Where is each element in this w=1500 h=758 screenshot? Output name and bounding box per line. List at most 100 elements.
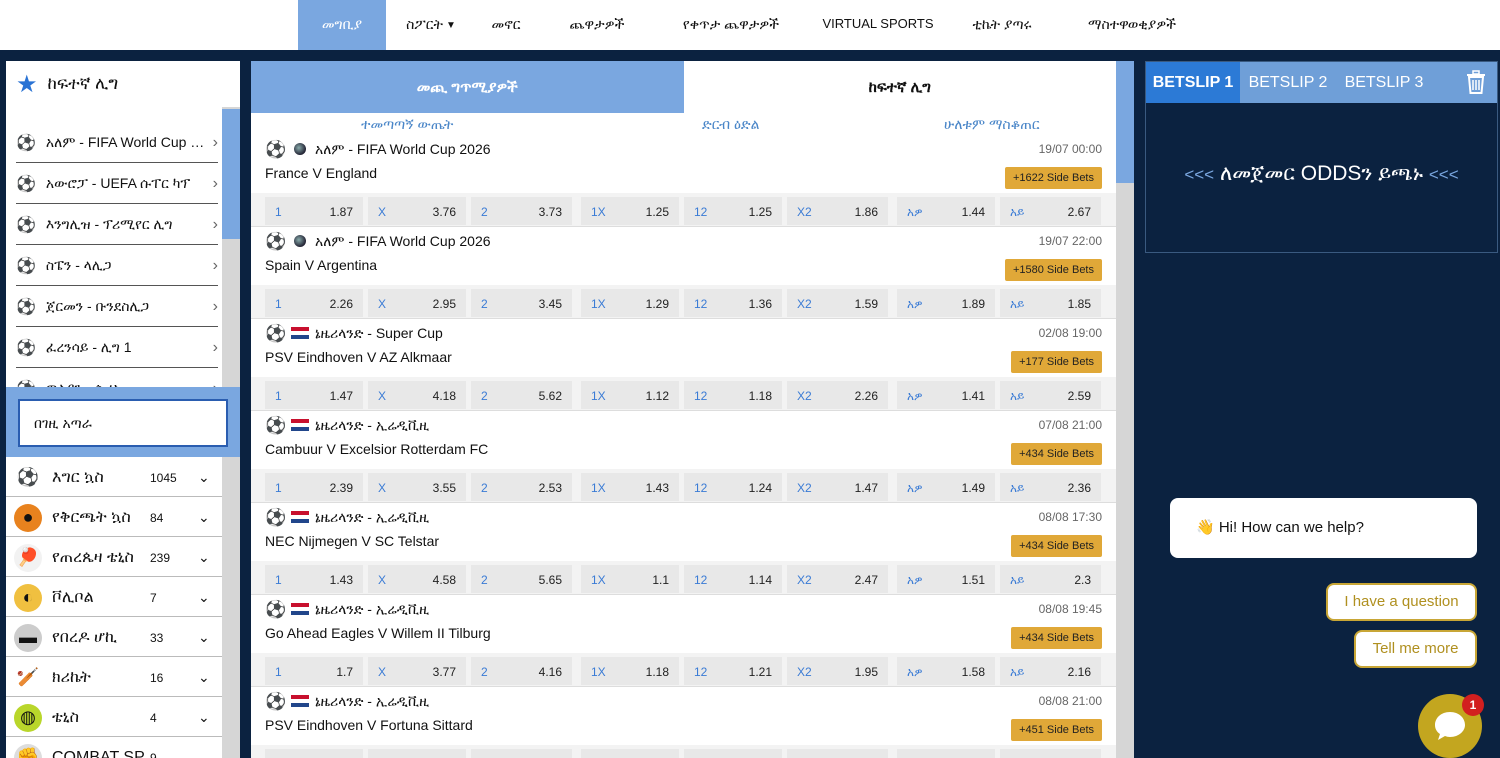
side-bets-button[interactable]: +177 Side Bets [1011,351,1102,373]
odds-button[interactable]: 1X1.01 [581,749,679,758]
odds-button[interactable]: X 3.76 [368,197,466,225]
chevron-down-icon[interactable]: ⌄ [198,589,222,606]
chat-more-button[interactable]: Tell me more [1354,630,1477,668]
odds-button[interactable]: አይ 2.36 [1000,473,1101,501]
side-bets-button[interactable]: +434 Side Bets [1011,443,1102,465]
tab-upcoming[interactable]: መጪ ግጥሚያዎች [251,61,684,113]
odds-button[interactable]: 1 2.39 [265,473,363,501]
odds-button[interactable]: 12 1.36 [684,289,782,317]
left-scrollbar-thumb[interactable] [222,109,240,239]
center-scrollbar-thumb[interactable] [1116,61,1134,183]
sport-item[interactable]: ⚽ እግር ኳስ 1045 ⌄ [6,459,222,497]
odds-button[interactable]: አዎ 1.89 [897,289,995,317]
nav-live-games[interactable]: የቀጥታ ጨዋታዎች [656,0,806,50]
chevron-down-icon[interactable]: ⌄ [198,669,222,686]
odds-button[interactable]: X2 2.26 [787,381,888,409]
chevron-down-icon[interactable]: ⌄ [198,469,222,486]
match-info[interactable]: ⚽ ኔዜሪላንድ - ኢሬዲቪዚ Go Ahead Eagles V Willem … [251,595,1116,653]
nav-home[interactable]: መግቢያ [298,0,386,50]
odds-button[interactable]: X2 1.47 [787,473,888,501]
side-bets-button[interactable]: +434 Side Bets [1011,535,1102,557]
odds-button[interactable]: አይ2.24 [1000,749,1101,758]
match-info[interactable]: ⚽ ኔዜሪላንድ - ኢሬዲቪዚ NEC Nijmegen V SC Telstar… [251,503,1116,561]
sport-item[interactable]: ◍ ቴኒስ 4 ⌄ [6,699,222,737]
odds-button[interactable]: 12 1.24 [684,473,782,501]
odds-button[interactable]: 210.1 [471,749,572,758]
odds-button[interactable]: 2 5.65 [471,565,572,593]
odds-button[interactable]: 1 1.43 [265,565,363,593]
sport-item[interactable]: 🏓 የጠረጴዛ ቴኒስ 239 ⌄ [6,539,222,577]
odds-button[interactable]: X2 1.86 [787,197,888,225]
odds-button[interactable]: አዎ 1.58 [897,657,995,685]
chat-question-button[interactable]: I have a question [1326,583,1477,621]
odds-button[interactable]: 2 3.73 [471,197,572,225]
odds-button[interactable]: X2 2.47 [787,565,888,593]
side-bets-button[interactable]: +1622 Side Bets [1004,167,1102,189]
chevron-down-icon[interactable]: ⌄ [198,549,222,566]
match-info[interactable]: ⚽ አለም - FIFA World Cup 2026 Spain V Argent… [251,227,1116,285]
odds-button[interactable]: 2 3.45 [471,289,572,317]
nav-live[interactable]: መኖር [476,0,536,50]
league-item[interactable]: ⚽ እንግሊዝ - ፕሪሚየር ሊግ › [16,205,218,245]
odds-button[interactable]: 121.1 [684,749,782,758]
odds-button[interactable]: 11.17 [265,749,363,758]
odds-button[interactable]: 1 2.26 [265,289,363,317]
match-info[interactable]: ⚽ አለም - FIFA World Cup 2026 France V Engla… [251,135,1116,193]
match-info[interactable]: ⚽ ኔዜሪላንድ - ኢሬዲቪዚ PSV Eindhoven V Fortuna S… [251,687,1116,745]
odds-button[interactable]: 1X 1.25 [581,197,679,225]
side-bets-button[interactable]: +434 Side Bets [1011,627,1102,649]
side-bets-button[interactable]: +1580 Side Bets [1004,259,1102,281]
odds-button[interactable]: 12 1.18 [684,381,782,409]
side-bets-button[interactable]: +451 Side Bets [1011,719,1102,741]
league-item[interactable]: ⚽ አለም - FIFA World Cup 2026 › [16,123,218,163]
odds-button[interactable]: 1 1.47 [265,381,363,409]
nav-check-ticket[interactable]: ቲኬት ያጣሩ [952,0,1052,50]
sport-item[interactable]: ● የቅርጫት ኳስ 84 ⌄ [6,499,222,537]
odds-button[interactable]: አይ 2.16 [1000,657,1101,685]
sport-item[interactable]: ◐ ቮሊቦል 7 ⌄ [6,579,222,617]
odds-button[interactable]: አይ 2.59 [1000,381,1101,409]
odds-button[interactable]: X2 1.95 [787,657,888,685]
nav-promotions[interactable]: ማስተዋወቂያዎች [1064,0,1200,50]
odds-button[interactable]: 1X 1.1 [581,565,679,593]
nav-games[interactable]: ጨዋታዎች [548,0,646,50]
match-info[interactable]: ⚽ ኔዜሪላንድ - Super Cup PSV Eindhoven V AZ Al… [251,319,1116,377]
betslip-tab-1[interactable]: BETSLIP 1 [1146,62,1240,103]
odds-button[interactable]: 12 1.21 [684,657,782,685]
odds-button[interactable]: 1X 1.18 [581,657,679,685]
sport-item[interactable]: ✊ COMBAT SP 9 ⌄ [6,739,222,758]
odds-button[interactable]: 2 5.62 [471,381,572,409]
odds-button[interactable]: አዎ 1.41 [897,381,995,409]
quick-search-input[interactable] [18,399,228,447]
odds-button[interactable]: 12 1.14 [684,565,782,593]
odds-button[interactable]: X 3.77 [368,657,466,685]
odds-button[interactable]: አይ 1.85 [1000,289,1101,317]
betslip-tab-3[interactable]: BETSLIP 3 [1336,62,1432,103]
nav-sports[interactable]: ስፖርት ▼ [386,0,476,50]
betslip-tab-2[interactable]: BETSLIP 2 [1240,62,1336,103]
tab-top-league[interactable]: ከፍተኛ ሊግ [683,61,1116,113]
odds-button[interactable]: X 3.55 [368,473,466,501]
center-scrollbar[interactable] [1116,61,1134,758]
odds-button[interactable]: 12 1.25 [684,197,782,225]
odds-button[interactable]: አዎ1.54 [897,749,995,758]
chevron-down-icon[interactable]: ⌄ [198,509,222,526]
odds-button[interactable]: 2 4.16 [471,657,572,685]
match-info[interactable]: ⚽ ኔዜሪላንድ - ኢሬዲቪዚ Cambuur V Excelsior Rotte… [251,411,1116,469]
odds-button[interactable]: 1X 1.29 [581,289,679,317]
odds-button[interactable]: አይ 2.3 [1000,565,1101,593]
odds-button[interactable]: X 2.95 [368,289,466,317]
nav-virtual-sports[interactable]: VIRTUAL SPORTS [816,0,940,50]
odds-button[interactable]: አዎ 1.51 [897,565,995,593]
odds-button[interactable]: X24 [787,749,888,758]
odds-button[interactable]: አይ 2.67 [1000,197,1101,225]
odds-button[interactable]: 1 1.7 [265,657,363,685]
odds-button[interactable]: 2 2.53 [471,473,572,501]
odds-button[interactable]: X 4.58 [368,565,466,593]
league-item[interactable]: ⚽ ፈረንሳይ - ሊግ 1 › [16,328,218,368]
odds-button[interactable]: 1X 1.43 [581,473,679,501]
trash-icon[interactable] [1465,70,1487,94]
chevron-down-icon[interactable]: ⌄ [198,629,222,646]
odds-button[interactable]: 1X 1.12 [581,381,679,409]
odds-button[interactable]: X2 1.59 [787,289,888,317]
